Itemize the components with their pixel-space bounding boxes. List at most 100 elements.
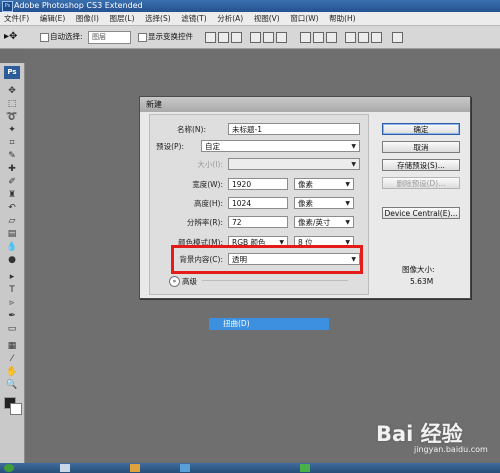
layer-select-dropdown[interactable]: 图层	[88, 31, 131, 44]
start-button-icon[interactable]	[4, 464, 14, 472]
brush-tool-icon[interactable]: ✐	[6, 176, 18, 188]
menu-edit[interactable]: 编辑(E)	[36, 12, 70, 25]
baidu-watermark-url: jingyan.baidu.com	[414, 445, 488, 454]
menu-analysis[interactable]: 分析(A)	[213, 12, 247, 25]
ps-logo: Ps	[4, 66, 20, 79]
window-title: Adobe Photoshop CS3 Extended	[14, 1, 143, 10]
menu-window[interactable]: 窗口(W)	[286, 12, 322, 25]
advanced-label[interactable]: 高级	[182, 276, 197, 287]
zoom-tool-icon[interactable]: 🔍	[6, 379, 18, 391]
direct-select-icon[interactable]: ▹	[6, 297, 18, 309]
preset-label: 预设(P):	[156, 142, 184, 151]
size-dropdown: ▼	[228, 158, 360, 170]
distribute-hcenter-icon[interactable]	[358, 32, 369, 43]
resolution-unit: 像素/英寸	[298, 218, 331, 227]
save-preset-button[interactable]: 存储预设(S)...	[382, 159, 460, 171]
auto-select-label: 自动选择:	[50, 32, 83, 41]
align-vcenter-icon[interactable]	[218, 32, 229, 43]
preset-value: 自定	[205, 142, 220, 151]
ok-button[interactable]: 确定	[382, 123, 460, 135]
width-label: 宽度(W):	[192, 180, 223, 189]
chevron-down-icon: ▼	[345, 181, 350, 188]
taskbar-app-icon[interactable]	[60, 464, 70, 472]
eraser-tool-icon[interactable]: ▱	[6, 215, 18, 227]
chevron-down-icon: ▼	[345, 200, 350, 207]
cancel-button[interactable]: 取消	[382, 141, 460, 153]
align-hcenter-icon[interactable]	[263, 32, 274, 43]
blur-tool-icon[interactable]: 💧	[6, 241, 18, 253]
resolution-input[interactable]: 72	[228, 216, 288, 228]
distribute-left-icon[interactable]	[345, 32, 356, 43]
move-tool-icon[interactable]: ✥	[6, 85, 18, 97]
width-input[interactable]: 1920	[228, 178, 288, 190]
menu-layer[interactable]: 图层(L)	[105, 12, 138, 25]
eyedropper-tool-icon[interactable]: ⁄	[6, 353, 18, 365]
taskbar-app-icon[interactable]	[180, 464, 190, 472]
height-unit-dropdown[interactable]: 像素 ▼	[294, 197, 354, 209]
taskbar-app-icon[interactable]	[130, 464, 140, 472]
type-tool-icon[interactable]: T	[6, 284, 18, 296]
distribute-bottom-icon[interactable]	[326, 32, 337, 43]
align-top-icon[interactable]	[205, 32, 216, 43]
chevron-down-icon: ▼	[351, 161, 356, 168]
height-label: 高度(H):	[193, 199, 223, 208]
baidu-watermark: Bai 经验	[376, 422, 463, 446]
crop-tool-icon[interactable]: ⌗	[6, 137, 18, 149]
menu-select[interactable]: 选择(S)	[141, 12, 175, 25]
hand-tool-icon[interactable]: ✋	[6, 366, 18, 378]
advanced-toggle-icon[interactable]: »	[169, 276, 180, 287]
dodge-tool-icon[interactable]: ●	[6, 254, 18, 266]
menu-file[interactable]: 文件(F)	[0, 12, 33, 25]
distribute-vcenter-icon[interactable]	[313, 32, 324, 43]
move-tool-icon[interactable]: ▸✥	[4, 31, 17, 42]
taskbar-app-icon[interactable]	[300, 464, 310, 472]
photoshop-app-icon: Ps	[2, 1, 13, 12]
align-left-icon[interactable]	[250, 32, 261, 43]
resolution-label: 分辨率(R):	[186, 218, 223, 227]
width-unit: 像素	[298, 180, 313, 189]
magic-wand-icon[interactable]: ✦	[6, 124, 18, 136]
auto-align-icon[interactable]	[392, 32, 403, 43]
shape-tool-icon[interactable]: ▭	[6, 323, 18, 335]
menu-image[interactable]: 图像(I)	[72, 12, 103, 25]
preset-dropdown[interactable]: 自定 ▼	[201, 140, 360, 152]
width-unit-dropdown[interactable]: 像素 ▼	[294, 178, 354, 190]
lasso-tool-icon[interactable]: ➰	[6, 111, 18, 123]
marquee-tool-icon[interactable]: ⬚	[6, 98, 18, 110]
notes-tool-icon[interactable]: ▦	[6, 340, 18, 352]
divider	[202, 280, 348, 281]
resolution-unit-dropdown[interactable]: 像素/英寸 ▼	[294, 216, 354, 228]
toolbox: Ps ✥ ⬚ ➰ ✦ ⌗ ✎ ✚ ✐ ♜ ↶ ▱ ▤ 💧 ● ▸ T ▹ ✒ ▭…	[0, 63, 25, 463]
taskbar	[0, 463, 500, 473]
menu-filter[interactable]: 滤镜(T)	[177, 12, 210, 25]
pen-tool-icon[interactable]: ✒	[6, 310, 18, 322]
background-color-swatch[interactable]	[10, 403, 22, 415]
distribute-right-icon[interactable]	[371, 32, 382, 43]
slice-tool-icon[interactable]: ✎	[6, 150, 18, 162]
align-right-icon[interactable]	[276, 32, 287, 43]
device-central-button[interactable]: Device Central(E)...	[382, 207, 460, 219]
path-select-icon[interactable]: ▸	[6, 271, 18, 283]
title-bar: Ps Adobe Photoshop CS3 Extended	[0, 0, 500, 12]
show-transform-label: 显示变换控件	[148, 32, 193, 41]
gradient-tool-icon[interactable]: ▤	[6, 228, 18, 240]
chevron-down-icon: ▼	[345, 219, 350, 226]
image-size-value: 5.63M	[410, 277, 434, 286]
healing-brush-icon[interactable]: ✚	[6, 163, 18, 175]
history-brush-icon[interactable]: ↶	[6, 202, 18, 214]
menu-bar: 文件(F) 编辑(E) 图像(I) 图层(L) 选择(S) 滤镜(T) 分析(A…	[0, 12, 500, 26]
highlighted-menu-item[interactable]: 扭曲(D)	[209, 318, 329, 330]
stamp-tool-icon[interactable]: ♜	[6, 189, 18, 201]
image-size-label: 图像大小:	[402, 265, 435, 274]
menu-help[interactable]: 帮助(H)	[325, 12, 360, 25]
height-unit: 像素	[298, 199, 313, 208]
options-bar: ▸✥ 自动选择: 图层 显示变换控件	[0, 26, 500, 49]
show-transform-checkbox[interactable]	[138, 33, 147, 42]
delete-preset-button: 删除预设(D)...	[382, 177, 460, 189]
height-input[interactable]: 1024	[228, 197, 288, 209]
name-input[interactable]: 未标题-1	[228, 123, 360, 135]
distribute-top-icon[interactable]	[300, 32, 311, 43]
align-bottom-icon[interactable]	[231, 32, 242, 43]
menu-view[interactable]: 视图(V)	[250, 12, 284, 25]
auto-select-checkbox[interactable]	[40, 33, 49, 42]
